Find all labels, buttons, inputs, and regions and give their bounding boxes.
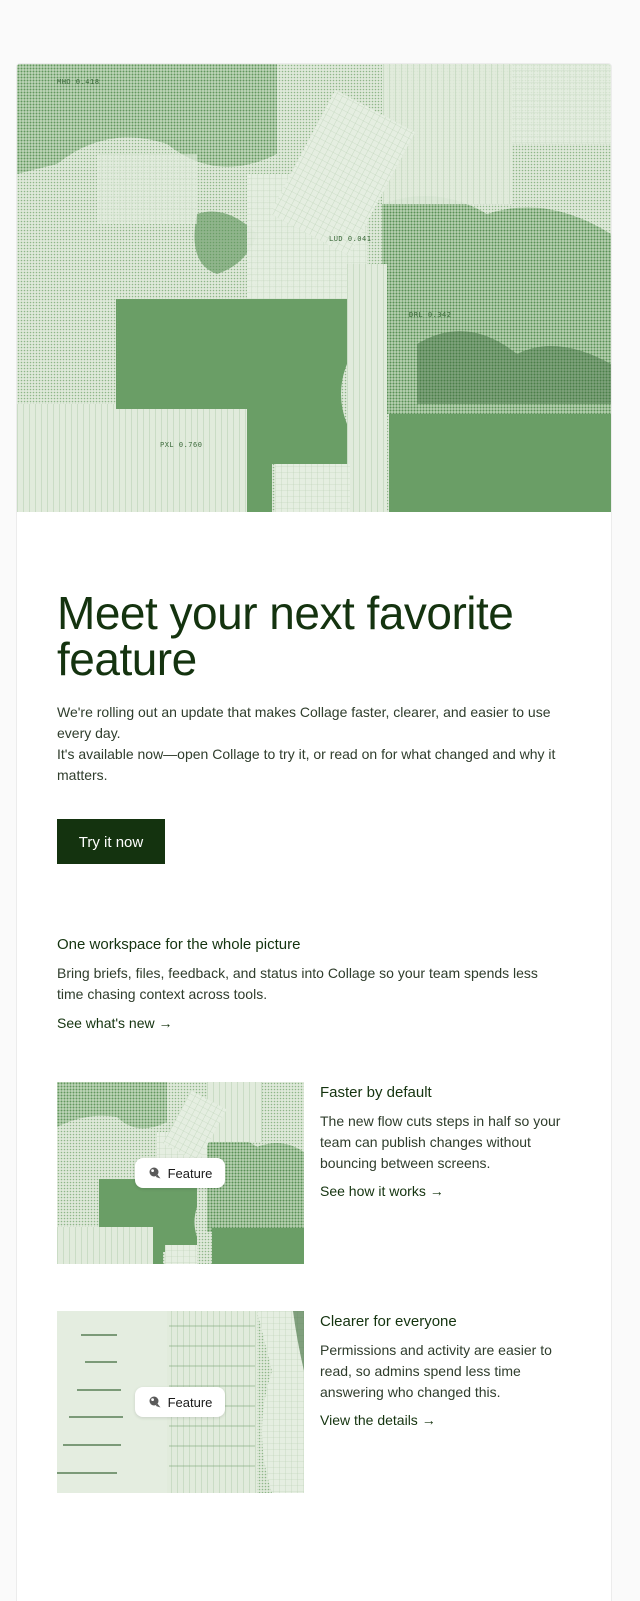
- headline: Meet your next favorite feature: [57, 587, 514, 685]
- see-how-it-works-link[interactable]: See how it works →: [320, 1181, 444, 1201]
- view-the-details-link[interactable]: View the details →: [320, 1410, 436, 1430]
- intro-text: We're rolling out an update that makes C…: [57, 702, 557, 786]
- intro-line-2: It's available now—open Collage to try i…: [57, 746, 556, 783]
- feature-badge-label: Feature: [167, 1394, 213, 1410]
- feature-description: The new flow cuts steps in half so your …: [320, 1113, 561, 1171]
- feature-thumbnail: Feature: [57, 1311, 304, 1493]
- feature-info: Clearer for everyone Permissions and act…: [320, 1311, 567, 1430]
- feature-title: Clearer for everyone: [320, 1313, 457, 1330]
- workspace-title: One workspace for the whole picture: [57, 936, 301, 953]
- hero-label: DRL 0.342: [409, 311, 451, 319]
- feature-info: Faster by default The new flow cuts step…: [320, 1082, 567, 1201]
- workspace-description: Bring briefs, files, feedback, and statu…: [57, 965, 538, 1002]
- feature-sparkle-icon: [149, 1167, 161, 1179]
- hero-label: LUD 0.041: [329, 235, 371, 243]
- see-whats-new-link[interactable]: See what's new →: [57, 1013, 173, 1033]
- feature-clearer: Feature Clearer for everyone Permissions…: [57, 1311, 567, 1493]
- feature-title: Faster by default: [320, 1084, 432, 1101]
- feature-description: Permissions and activity are easier to r…: [320, 1342, 552, 1400]
- try-it-now-button[interactable]: Try it now: [57, 819, 165, 864]
- feature-faster: Feature Faster by default The new flow c…: [57, 1082, 567, 1264]
- workspace-section: One workspace for the whole picture Brin…: [57, 935, 567, 1033]
- feature-badge-label: Feature: [167, 1165, 213, 1181]
- hero-image: MHO 0.418 LUD 0.041 DRL 0.342 PXL 0.760: [17, 64, 611, 512]
- email-card: MHO 0.418 LUD 0.041 DRL 0.342 PXL 0.760 …: [16, 63, 612, 1601]
- feature-badge: Feature: [135, 1158, 225, 1188]
- hero-label: PXL 0.760: [160, 441, 202, 449]
- hero-label: MHO 0.418: [57, 78, 99, 86]
- intro-line-1: We're rolling out an update that makes C…: [57, 704, 551, 741]
- feature-sparkle-icon: [149, 1396, 161, 1408]
- feature-badge: Feature: [135, 1387, 225, 1417]
- feature-thumbnail: Feature: [57, 1082, 304, 1264]
